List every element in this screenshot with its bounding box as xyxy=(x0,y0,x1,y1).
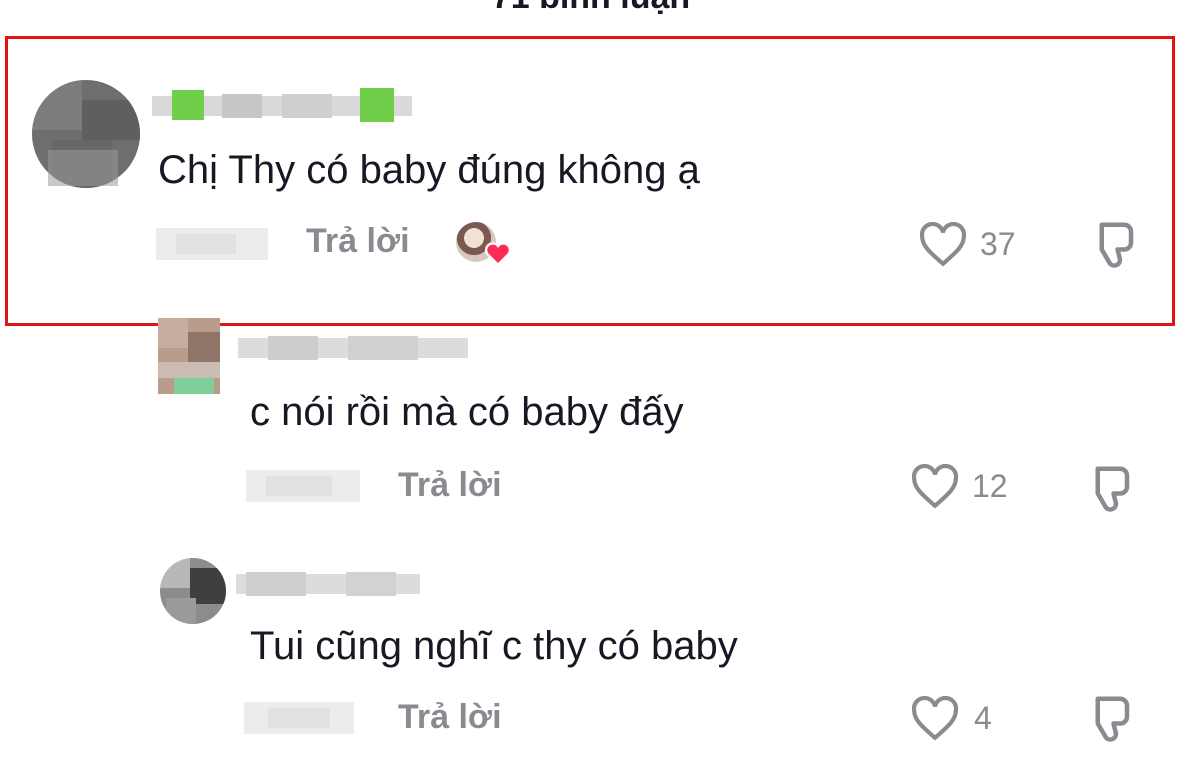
username-blurred xyxy=(238,336,468,360)
reply-button[interactable]: Trả lời xyxy=(306,222,410,261)
comments-count-header: 71 bình luận xyxy=(0,0,1182,17)
username-blurred xyxy=(152,88,412,122)
username-blurred xyxy=(236,572,420,596)
heart-outline-icon[interactable] xyxy=(918,222,968,268)
like-count: 37 xyxy=(980,226,1016,262)
comment-text: c nói rồi mà có baby đấy xyxy=(250,390,684,434)
heart-outline-icon[interactable] xyxy=(910,464,960,510)
avatar[interactable] xyxy=(158,318,220,394)
timestamp-blurred xyxy=(156,228,268,260)
comment-text: Tui cũng nghĩ c thy có baby xyxy=(250,624,738,668)
like-count: 12 xyxy=(972,468,1008,504)
timestamp-blurred xyxy=(246,470,360,502)
thumbs-down-icon[interactable] xyxy=(1086,218,1140,272)
creator-heart-icon xyxy=(484,242,512,266)
timestamp-blurred xyxy=(244,702,354,734)
comment-text: Chị Thy có baby đúng không ạ xyxy=(158,148,700,192)
reply-button[interactable]: Trả lời xyxy=(398,466,502,505)
thumbs-down-icon[interactable] xyxy=(1082,692,1136,746)
reply-button[interactable]: Trả lời xyxy=(398,698,502,737)
avatar[interactable] xyxy=(160,558,226,624)
heart-outline-icon[interactable] xyxy=(910,696,960,742)
like-count: 4 xyxy=(974,700,992,736)
thumbs-down-icon[interactable] xyxy=(1082,462,1136,516)
